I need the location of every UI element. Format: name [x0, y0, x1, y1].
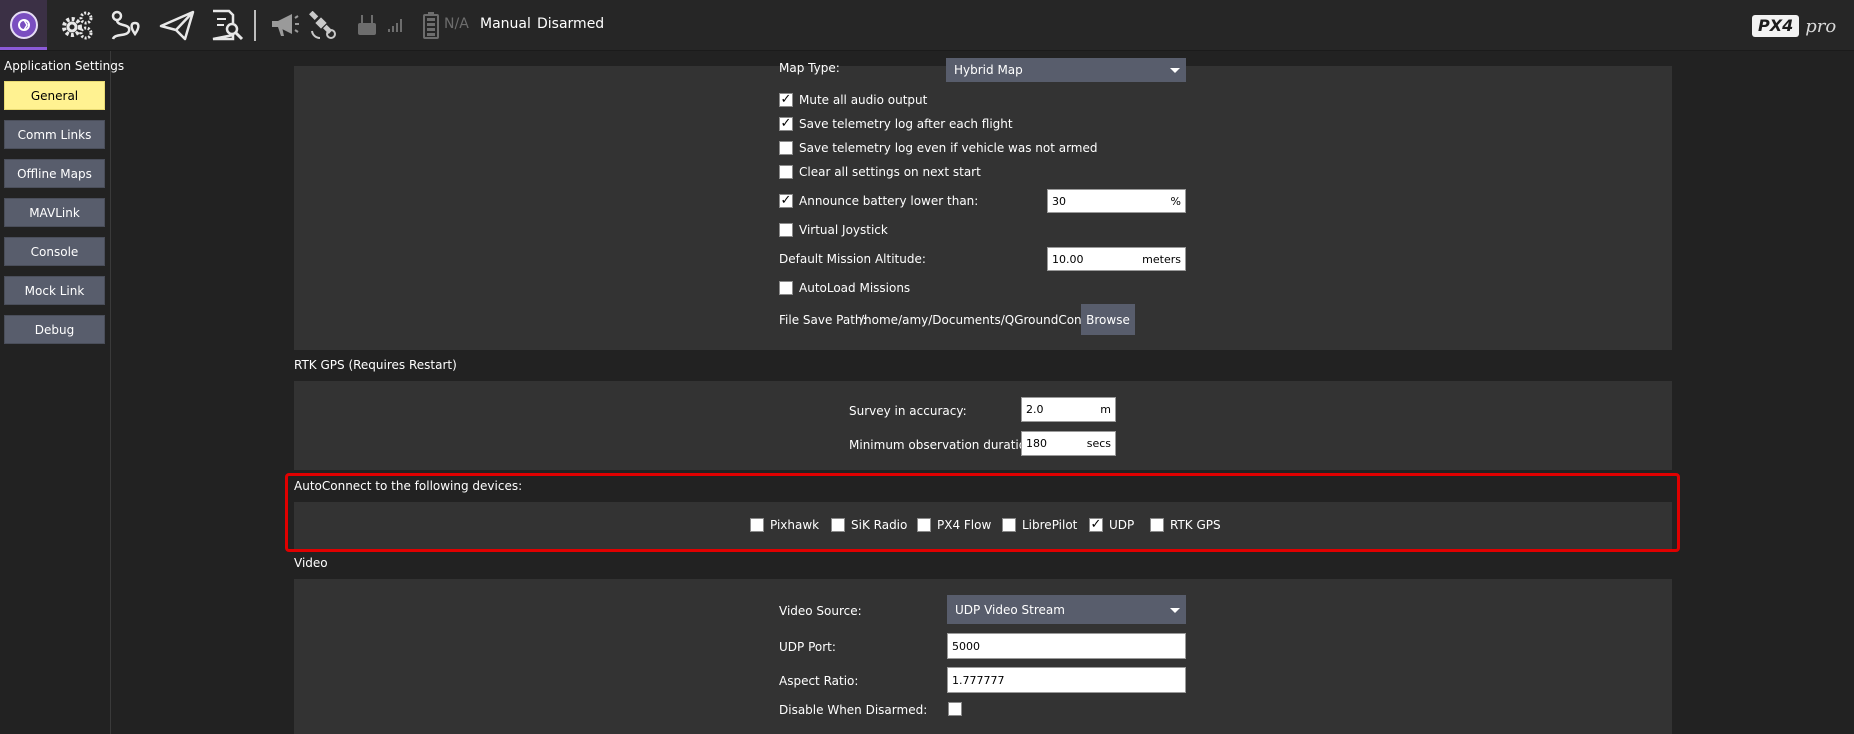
udp-checkbox[interactable]: ✓ — [1089, 518, 1103, 532]
sidebar-item-offline-maps[interactable]: Offline Maps — [4, 159, 105, 188]
survey-accuracy-label: Survey in accuracy: — [849, 404, 967, 418]
rtk-section-title: RTK GPS (Requires Restart) — [294, 358, 457, 372]
save-log-unarmed-checkbox[interactable] — [779, 141, 793, 155]
px4-logo-text: PX4 — [1752, 15, 1800, 37]
udp-port-field[interactable]: 5000 — [947, 633, 1186, 659]
udp-label: UDP — [1109, 518, 1135, 532]
sidebar-title: Application Settings — [4, 59, 125, 73]
survey-accuracy-unit: m — [1100, 403, 1111, 416]
disable-when-disarmed-checkbox[interactable] — [948, 702, 962, 716]
sidebar-item-debug[interactable]: Debug — [4, 315, 105, 344]
plan-route-icon[interactable] — [106, 0, 146, 50]
pixhawk-label: Pixhawk — [770, 518, 820, 532]
survey-accuracy-value: 2.0 — [1026, 403, 1044, 416]
min-duration-label: Minimum observation duration: — [849, 438, 1038, 452]
udp-port-label: UDP Port: — [779, 640, 836, 654]
virtual-joystick-checkbox[interactable] — [779, 223, 793, 237]
settings-sidebar: Application Settings General Comm Links … — [0, 51, 124, 734]
rtk-gps-checkbox[interactable] — [1150, 518, 1164, 532]
qgc-logo-icon — [9, 11, 38, 39]
rc-transmitter-icon[interactable] — [356, 0, 378, 50]
sidebar-item-comm-links[interactable]: Comm Links — [4, 120, 105, 149]
battery-value: N/A — [444, 16, 469, 32]
messages-megaphone-icon[interactable] — [268, 0, 302, 50]
sidebar-item-mock-link[interactable]: Mock Link — [4, 276, 105, 305]
sik-radio-checkbox[interactable] — [831, 518, 845, 532]
save-log-unarmed-label: Save telemetry log even if vehicle was n… — [799, 141, 1098, 155]
flight-mode-selector[interactable]: Manual — [480, 16, 531, 32]
announce-battery-checkbox[interactable]: ✓ — [779, 194, 793, 208]
general-settings-panel — [294, 66, 1672, 350]
battery-threshold-unit: % — [1170, 194, 1181, 208]
px4-flow-label: PX4 Flow — [937, 518, 992, 532]
pixhawk-checkbox[interactable] — [750, 518, 764, 532]
sidebar-item-general[interactable]: General — [4, 81, 105, 110]
video-source-label: Video Source: — [779, 604, 862, 618]
autoconnect-section-title: AutoConnect to the following devices: — [294, 479, 523, 493]
battery-threshold-value: 30 — [1052, 194, 1066, 208]
aspect-ratio-field[interactable]: 1.777777 — [947, 667, 1186, 693]
disable-when-disarmed-label: Disable When Disarmed: — [779, 703, 928, 717]
save-log-checkbox[interactable]: ✓ — [779, 117, 793, 131]
librepilot-label: LibrePilot — [1022, 518, 1078, 532]
chevron-down-icon — [1170, 607, 1180, 613]
px4-pro-logo: PX4 pro — [1752, 13, 1836, 39]
signal-bars-icon — [386, 0, 404, 50]
video-source-value: UDP Video Stream — [955, 602, 1065, 617]
autoload-missions-label: AutoLoad Missions — [799, 281, 911, 295]
mute-audio-label: Mute all audio output — [799, 93, 928, 107]
mission-altitude-unit: meters — [1142, 252, 1181, 266]
announce-battery-label: Announce battery lower than: — [799, 194, 979, 208]
qgc-logo-button[interactable] — [0, 0, 47, 50]
udp-port-value: 5000 — [952, 639, 980, 653]
librepilot-checkbox[interactable] — [1002, 518, 1016, 532]
settings-gears-icon[interactable] — [56, 0, 98, 50]
virtual-joystick-label: Virtual Joystick — [799, 223, 888, 237]
aspect-ratio-value: 1.777777 — [952, 673, 1005, 687]
toolbar-separator — [254, 10, 256, 41]
clear-settings-label: Clear all settings on next start — [799, 165, 981, 179]
min-duration-value: 180 — [1026, 437, 1047, 450]
pro-logo-text: pro — [1805, 15, 1837, 37]
mission-altitude-field[interactable]: 10.00 meters — [1047, 247, 1186, 271]
browse-button[interactable]: Browse — [1081, 304, 1135, 335]
min-duration-field[interactable]: 180 secs — [1021, 431, 1116, 456]
rtk-settings-panel — [294, 381, 1672, 470]
save-log-label: Save telemetry log after each flight — [799, 117, 1013, 131]
map-type-label: Map Type: — [779, 61, 840, 75]
autoload-missions-checkbox[interactable] — [779, 281, 793, 295]
clear-settings-checkbox[interactable] — [779, 165, 793, 179]
mission-altitude-value: 10.00 — [1052, 252, 1084, 266]
min-duration-unit: secs — [1086, 437, 1111, 450]
video-section-title: Video — [294, 556, 328, 570]
sidebar-item-console[interactable]: Console — [4, 237, 105, 266]
top-toolbar: N/A Manual Disarmed PX4 pro — [0, 0, 1854, 51]
battery-icon[interactable] — [420, 0, 442, 50]
file-save-path-label: File Save Path: — [779, 313, 867, 327]
aspect-ratio-label: Aspect Ratio: — [779, 674, 859, 688]
gps-satellite-icon[interactable] — [306, 0, 340, 50]
chevron-down-icon — [1170, 68, 1180, 73]
px4-flow-checkbox[interactable] — [917, 518, 931, 532]
file-save-path-value: /home/amy/Documents/QGroundControl — [860, 313, 1102, 327]
map-type-value: Hybrid Map — [954, 63, 1023, 77]
survey-accuracy-field[interactable]: 2.0 m — [1021, 397, 1116, 422]
video-source-dropdown[interactable]: UDP Video Stream — [947, 595, 1186, 624]
sidebar-item-mavlink[interactable]: MAVLink — [4, 198, 105, 227]
mute-audio-checkbox[interactable]: ✓ — [779, 93, 793, 107]
map-type-dropdown[interactable]: Hybrid Map — [946, 58, 1186, 82]
battery-threshold-field[interactable]: 30 % — [1047, 189, 1186, 213]
fly-paper-plane-icon[interactable] — [157, 0, 197, 50]
arm-state[interactable]: Disarmed — [537, 16, 604, 32]
mission-altitude-label: Default Mission Altitude: — [779, 252, 926, 266]
rtk-gps-label: RTK GPS — [1170, 518, 1221, 532]
analyze-document-icon[interactable] — [207, 0, 247, 50]
sik-radio-label: SiK Radio — [851, 518, 908, 532]
